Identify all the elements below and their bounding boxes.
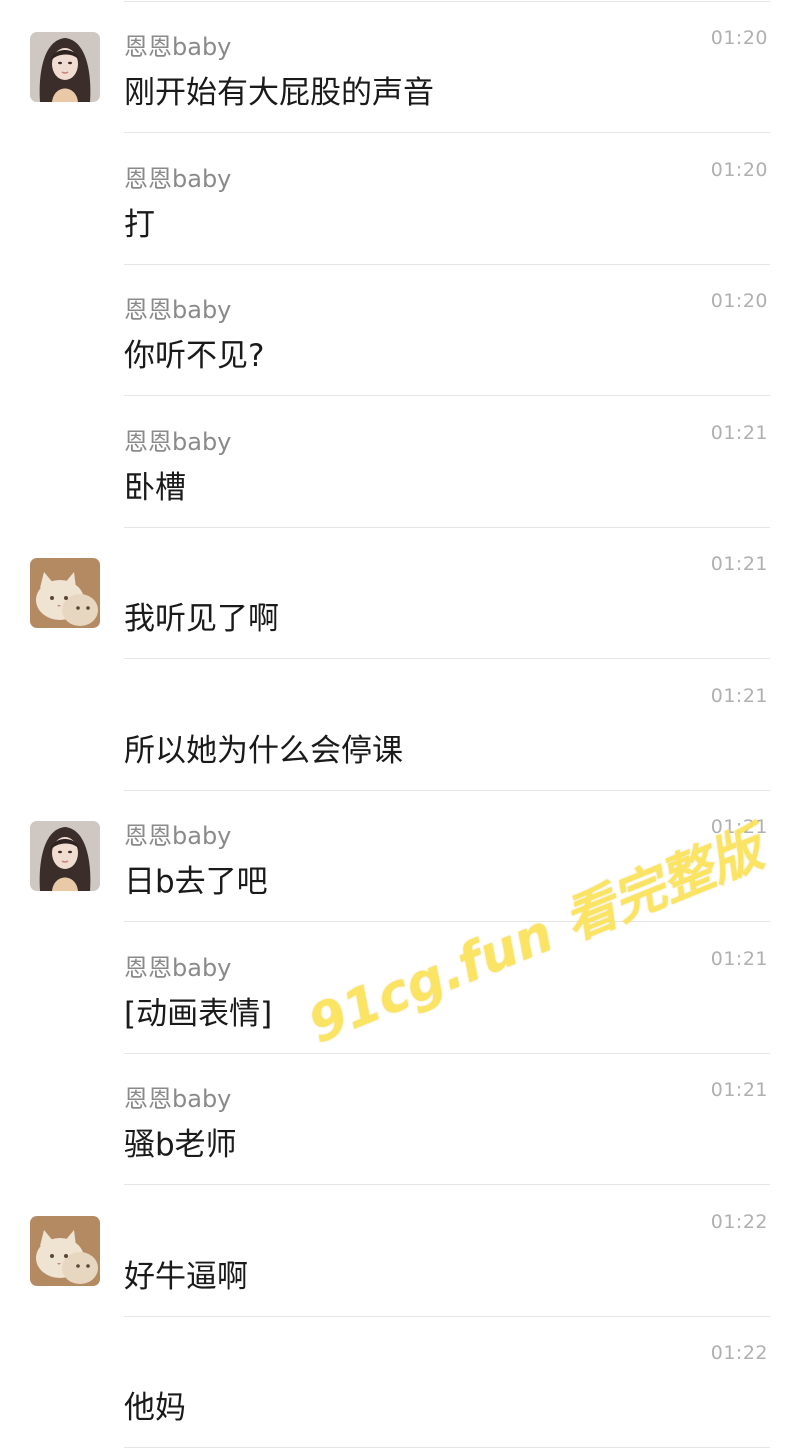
message-row[interactable]: 恩恩baby 01:21 骚b老师 — [0, 1054, 800, 1186]
message-time: 01:22 — [710, 1342, 768, 1364]
message-row[interactable]: 恩恩baby 01:20 打 — [0, 134, 800, 266]
message-text: 你听不见? — [124, 338, 265, 374]
message-row[interactable]: 01:21 我听见了啊 — [0, 528, 800, 660]
message-row[interactable]: 01:22 他妈 — [0, 1317, 800, 1449]
girl-avatar-icon[interactable] — [30, 32, 100, 102]
message-time: 01:20 — [710, 27, 768, 49]
cat-avatar-icon[interactable] — [30, 558, 100, 628]
message-time: 01:21 — [710, 684, 768, 707]
message-text: 打 — [124, 206, 155, 243]
sender-name: 恩恩baby — [124, 822, 232, 850]
message-text: 骚b老师 — [124, 1127, 237, 1163]
message-text: 刚开始有大屁股的声音 — [124, 75, 434, 111]
message-text: 日b去了吧 — [124, 864, 268, 900]
message-row[interactable]: 恩恩baby 01:21 卧槽 — [0, 397, 800, 529]
sender-name: 恩恩baby — [124, 296, 232, 324]
message-row[interactable]: 恩恩baby 01:20 你听不见? — [0, 265, 800, 397]
sender-name: 恩恩baby — [124, 427, 232, 456]
message-text: 他妈 — [124, 1390, 186, 1426]
message-row[interactable]: 恩恩baby 01:20 刚开始有大屁股的声音 — [0, 2, 800, 134]
message-row[interactable]: 01:21 所以她为什么会停课 — [0, 660, 800, 792]
message-time: 01:21 — [710, 553, 768, 575]
message-text: 好牛逼啊 — [124, 1258, 248, 1295]
message-time: 01:21 — [710, 816, 768, 838]
message-text: 我听见了啊 — [124, 601, 279, 637]
message-time: 01:20 — [710, 158, 768, 181]
message-text: 卧槽 — [124, 469, 186, 506]
message-time: 01:21 — [710, 947, 768, 970]
cat-avatar-icon[interactable] — [30, 1215, 100, 1286]
sender-name: 恩恩baby — [124, 1085, 232, 1113]
message-row[interactable]: 01:22 好牛逼啊 — [0, 1186, 800, 1318]
message-time: 01:21 — [710, 1079, 768, 1101]
message-text: [动画表情] — [124, 995, 273, 1032]
sender-name: 恩恩baby — [124, 953, 232, 982]
message-time: 01:22 — [710, 1210, 768, 1233]
girl-avatar-icon[interactable] — [30, 821, 100, 891]
sender-name: 恩恩baby — [124, 33, 232, 61]
message-row[interactable]: 恩恩baby 01:21 [动画表情] — [0, 923, 800, 1055]
message-time: 01:20 — [710, 290, 768, 312]
message-row[interactable]: 恩恩baby 01:21 日b去了吧 — [0, 791, 800, 923]
sender-name: 恩恩baby — [124, 164, 232, 193]
message-text: 所以她为什么会停课 — [124, 732, 403, 769]
message-divider — [124, 1447, 770, 1448]
message-time: 01:21 — [710, 421, 768, 444]
